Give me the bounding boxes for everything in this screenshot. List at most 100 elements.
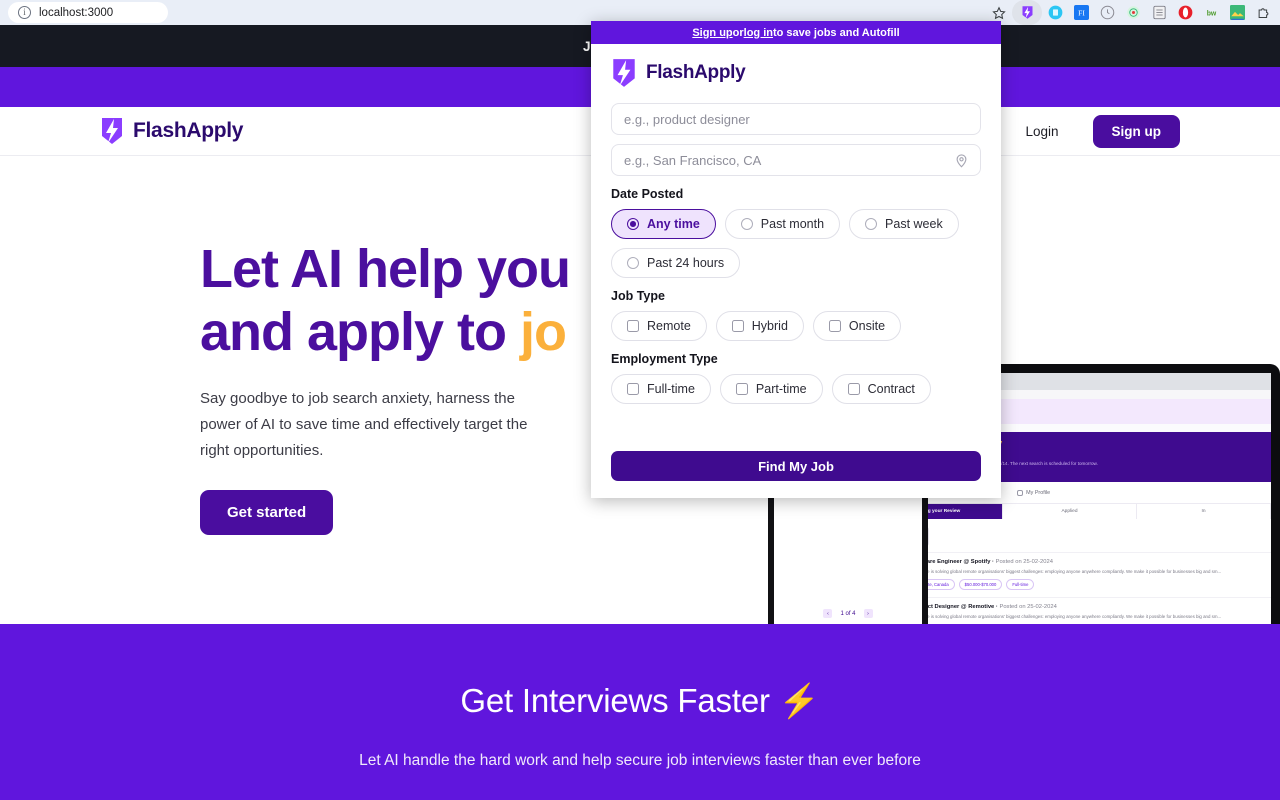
address-bar-url: localhost:3000 — [39, 6, 114, 19]
popup-auth-banner: Sign up or log in to save jobs and Autof… — [591, 21, 1001, 44]
date-posted-options: Any time Past month Past week Past 24 ho… — [611, 209, 981, 278]
extension-icon-opera[interactable] — [1172, 0, 1198, 25]
popup-brand: FlashApply — [611, 58, 981, 88]
mock-job-card[interactable]: Software Engineer @ Spotify · Posted on … — [869, 552, 1271, 597]
job-type-remote[interactable]: Remote — [611, 311, 707, 341]
keyword-field[interactable] — [611, 103, 981, 135]
mock-job-title: Product Designer @ Remotive · Posted on … — [911, 604, 1057, 611]
popup-signup-link[interactable]: Sign up — [692, 27, 732, 39]
svg-text:bw: bw — [1206, 11, 1216, 18]
date-posted-past-week-label: Past week — [885, 217, 943, 231]
date-posted-past-month[interactable]: Past month — [724, 209, 841, 239]
extension-icon-blue-circle[interactable] — [1042, 0, 1068, 25]
checkbox-icon — [627, 383, 639, 395]
hero-title-accent: jo — [520, 302, 567, 363]
date-posted-past-24-hours-label: Past 24 hours — [647, 256, 725, 270]
radio-icon — [627, 257, 639, 269]
cta-title: Get Interviews Faster ⚡ — [460, 682, 819, 721]
mock-tab-my-profile-label: My Profile — [1026, 489, 1051, 496]
find-my-job-button[interactable]: Find My Job — [611, 451, 981, 481]
employment-type-part-time[interactable]: Part-time — [719, 374, 823, 404]
radio-icon — [740, 218, 753, 230]
popup-body: FlashApply Date Posted Any time Past mon… — [591, 44, 1001, 404]
profile-icon — [1017, 489, 1024, 496]
mock-segment-applied-label: Applied — [1061, 509, 1078, 514]
mock-segment-interview[interactable]: In — [1137, 504, 1271, 519]
flashapply-logo-icon — [102, 118, 122, 144]
employment-type-full-time[interactable]: Full-time — [611, 374, 711, 404]
job-type-hybrid[interactable]: Hybrid — [715, 311, 804, 341]
phone-pager-prev[interactable]: ‹ — [823, 609, 833, 618]
checkbox-icon — [731, 320, 744, 332]
employment-type-contract[interactable]: Contract — [831, 374, 931, 404]
extension-icon-puzzle[interactable] — [1250, 0, 1276, 25]
site-brand-name: FlashApply — [133, 119, 244, 142]
site-brand[interactable]: FlashApply — [100, 117, 243, 145]
checkbox-icon — [828, 320, 841, 332]
extension-icon-fi[interactable]: FI — [1068, 0, 1094, 25]
popup-banner-or: or — [732, 26, 744, 39]
search-location-input[interactable] — [612, 145, 980, 175]
location-pin-icon — [954, 153, 969, 173]
phone-pagination: ‹ 1 of 4 › — [774, 609, 922, 618]
job-type-hybrid-label: Hybrid — [751, 319, 788, 333]
location-field[interactable] — [611, 144, 981, 176]
search-keyword-input[interactable] — [612, 104, 980, 134]
date-posted-any-time[interactable]: Any time — [611, 209, 716, 239]
hero-get-started-button[interactable]: Get started — [200, 489, 334, 535]
mock-job-posted: Posted on 25-02-2024 — [995, 559, 1053, 565]
mock-job-card[interactable]: Product Designer @ Remotive · Posted on … — [869, 597, 1271, 624]
radio-icon — [865, 218, 878, 230]
checkbox-icon — [847, 383, 860, 395]
nav-link-login[interactable]: Login — [1025, 124, 1058, 139]
flashapply-logo-icon — [613, 59, 635, 87]
lightning-bolt-icon: ⚡ — [778, 682, 820, 719]
hero-title-line1: Let AI help you — [200, 239, 571, 299]
extension-icon-bw[interactable]: bw — [1198, 0, 1224, 25]
checkbox-icon — [735, 383, 748, 395]
job-type-onsite[interactable]: Onsite — [812, 311, 902, 341]
date-posted-label: Date Posted — [611, 187, 684, 201]
job-type-onsite-label: Onsite — [848, 319, 886, 333]
hero-subtitle: Say goodbye to job search anxiety, harne… — [200, 390, 528, 459]
extension-icon-clock[interactable] — [1094, 0, 1120, 25]
phone-pager-label: 1 of 4 — [840, 610, 856, 617]
employment-type-label: Employment Type — [611, 352, 718, 366]
cta-section: Get Interviews Faster ⚡ Let AI handle th… — [0, 624, 1280, 800]
cta-title-text: Get Interviews Faster — [460, 682, 779, 719]
employment-type-contract-label: Contract — [867, 382, 915, 396]
job-type-label: Job Type — [611, 289, 665, 303]
mock-job-tags: Remote, Canada $50.000-$70.000 Full-time — [911, 579, 1261, 591]
mock-segment-applied[interactable]: Applied — [1003, 504, 1137, 519]
browser-toolbar-actions: FI bw — [986, 0, 1280, 25]
employment-type-part-time-label: Part-time — [755, 382, 807, 396]
extension-icon-image[interactable] — [1224, 0, 1250, 25]
flashapply-extension-icon[interactable] — [1012, 0, 1042, 25]
checkbox-icon — [627, 320, 639, 332]
flashapply-extension-popup: Sign up or log in to save jobs and Autof… — [591, 21, 1001, 498]
mock-segment-bar: Awaiting your Review Applied In — [869, 504, 1271, 519]
extension-icon-list[interactable] — [1146, 0, 1172, 25]
extension-icon-target[interactable] — [1120, 0, 1146, 25]
popup-banner-suffix: to save jobs and Autofill — [772, 26, 900, 39]
address-bar[interactable]: i localhost:3000 — [8, 2, 168, 23]
popup-login-link[interactable]: log in — [744, 27, 773, 39]
laptop-camera-notch — [1045, 366, 1095, 373]
phone-pager-next[interactable]: › — [863, 609, 873, 618]
mock-tab-my-profile[interactable]: My Profile — [1017, 489, 1051, 496]
info-circle-icon[interactable]: i — [18, 6, 31, 19]
hero-title-line2: and apply to — [200, 302, 521, 363]
mock-job-posted: Posted on 25-02-2024 — [999, 604, 1057, 611]
mock-filter-row: Filter by: — [869, 519, 1271, 552]
date-posted-past-month-label: Past month — [760, 217, 825, 231]
svg-text:FI: FI — [1078, 9, 1085, 18]
radio-icon — [627, 218, 639, 230]
mock-segment-interview-label: In — [1201, 509, 1206, 514]
cta-subtitle: Let AI handle the hard work and help sec… — [359, 752, 921, 769]
date-posted-past-24-hours[interactable]: Past 24 hours — [611, 248, 741, 278]
date-posted-past-week[interactable]: Past week — [849, 209, 959, 239]
popup-brand-name: FlashApply — [646, 62, 746, 83]
date-posted-any-time-label: Any time — [647, 217, 700, 231]
nav-signup-button[interactable]: Sign up — [1092, 114, 1180, 148]
job-type-remote-label: Remote — [647, 319, 691, 333]
